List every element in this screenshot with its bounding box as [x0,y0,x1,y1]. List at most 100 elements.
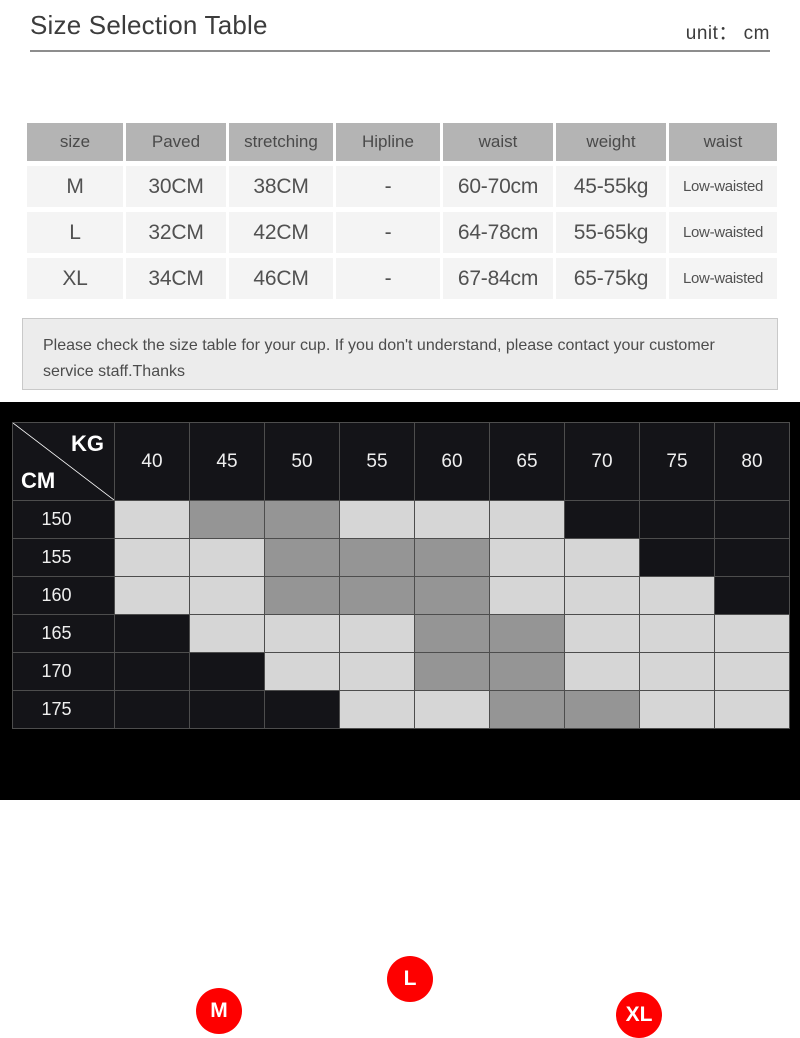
matrix-cell[interactable] [264,690,340,729]
matrix-cell[interactable] [639,652,715,691]
matrix-cell[interactable] [339,538,415,577]
matrix-cell[interactable] [714,690,790,729]
column-header-weight: weight [556,123,666,161]
matrix-cell[interactable] [714,652,790,691]
note-text: Please check the size table for your cup… [43,337,715,380]
matrix-cm-axis-label: CM [21,468,56,493]
table-row: L 32CM 42CM - 64-78cm 55-65kg Low-waiste… [27,212,777,253]
matrix-cell[interactable] [414,652,490,691]
matrix-cell[interactable] [564,690,640,729]
column-header-waist: waist [443,123,553,161]
cell-size: M [27,166,123,207]
matrix-cm-header: 160 [12,576,115,615]
matrix-cell[interactable] [564,652,640,691]
matrix-cell[interactable] [114,614,190,653]
matrix-corner-cell: KG CM [12,422,115,501]
matrix-cell[interactable] [639,614,715,653]
matrix-cm-header: 155 [12,538,115,577]
matrix-cell[interactable] [189,500,265,539]
cell-stretching: 42CM [229,212,333,253]
page-title: Size Selection Table [30,10,268,40]
table-row: M 30CM 38CM - 60-70cm 45-55kg Low-waiste… [27,166,777,207]
matrix-cm-header: 165 [12,614,115,653]
matrix-cell[interactable] [114,690,190,729]
matrix-row: 165 [12,614,790,653]
matrix-cell[interactable] [564,614,640,653]
cell-weight: 45-55kg [556,166,666,207]
column-header-size: size [27,123,123,161]
column-header-hipline: Hipline [336,123,440,161]
matrix-cell[interactable] [114,652,190,691]
matrix-cell[interactable] [414,500,490,539]
matrix-cell[interactable] [639,690,715,729]
matrix-kg-header: 60 [414,422,490,501]
matrix-cell[interactable] [489,614,565,653]
matrix-cell[interactable] [189,690,265,729]
matrix-kg-header: 55 [339,422,415,501]
size-specification-table: size Paved stretching Hipline waist weig… [24,118,780,304]
matrix-cell[interactable] [564,538,640,577]
cell-hipline: - [336,166,440,207]
matrix-kg-axis-label: KG [71,431,104,456]
matrix-cell[interactable] [639,576,715,615]
matrix-cell[interactable] [414,614,490,653]
matrix-cell[interactable] [189,576,265,615]
header-divider [30,50,770,52]
matrix-cell[interactable] [414,538,490,577]
cell-stretching: 38CM [229,166,333,207]
matrix-cell[interactable] [489,652,565,691]
matrix-cell[interactable] [339,690,415,729]
matrix-kg-header: 50 [264,422,340,501]
matrix-cell[interactable] [339,576,415,615]
matrix-cell[interactable] [189,538,265,577]
matrix-row: 150 [12,500,790,539]
matrix-cell[interactable] [189,614,265,653]
matrix-cell[interactable] [264,538,340,577]
matrix-cell[interactable] [264,614,340,653]
matrix-cell[interactable] [489,500,565,539]
cell-size: XL [27,258,123,299]
table-row: XL 34CM 46CM - 67-84cm 65-75kg Low-waist… [27,258,777,299]
matrix-cell[interactable] [564,500,640,539]
matrix-cell[interactable] [264,652,340,691]
size-badge-l[interactable]: L [387,956,433,1002]
matrix-cell[interactable] [339,614,415,653]
matrix-cell[interactable] [189,652,265,691]
matrix-cell[interactable] [489,538,565,577]
matrix-cell[interactable] [339,500,415,539]
cell-waist: 64-78cm [443,212,553,253]
cell-waist: 60-70cm [443,166,553,207]
matrix-kg-header: 75 [639,422,715,501]
matrix-row: 170 [12,652,790,691]
table-header-row: size Paved stretching Hipline waist weig… [27,123,777,161]
matrix-cell[interactable] [639,500,715,539]
matrix-cell[interactable] [639,538,715,577]
matrix-cell[interactable] [714,538,790,577]
matrix-cell[interactable] [114,538,190,577]
matrix-kg-header: 65 [489,422,565,501]
cell-hipline: - [336,258,440,299]
matrix-cell[interactable] [714,500,790,539]
matrix-cell[interactable] [339,652,415,691]
matrix-cell[interactable] [264,500,340,539]
cell-paved: 34CM [126,258,226,299]
matrix-cell[interactable] [114,576,190,615]
matrix-cell[interactable] [414,576,490,615]
size-badge-xl[interactable]: XL [616,992,662,1038]
cell-waist-type: Low-waisted [669,212,777,253]
matrix-cell[interactable] [714,614,790,653]
size-matrix-table: KG CM 40 45 50 55 60 65 70 75 80 150 155 160 165 170… [12,422,790,729]
page-header: Size Selection Table unit： cm [0,0,800,56]
size-matrix-panel: KG CM 40 45 50 55 60 65 70 75 80 150 155 160 165 170… [0,402,800,1038]
size-badge-m[interactable]: M [196,988,242,1034]
matrix-cell[interactable] [564,576,640,615]
matrix-cell[interactable] [714,576,790,615]
matrix-cell[interactable] [489,576,565,615]
matrix-cell[interactable] [264,576,340,615]
cell-weight: 65-75kg [556,258,666,299]
matrix-kg-header: 40 [114,422,190,501]
matrix-cell[interactable] [414,690,490,729]
matrix-cell[interactable] [114,500,190,539]
matrix-row: 160 [12,576,790,615]
matrix-cell[interactable] [489,690,565,729]
